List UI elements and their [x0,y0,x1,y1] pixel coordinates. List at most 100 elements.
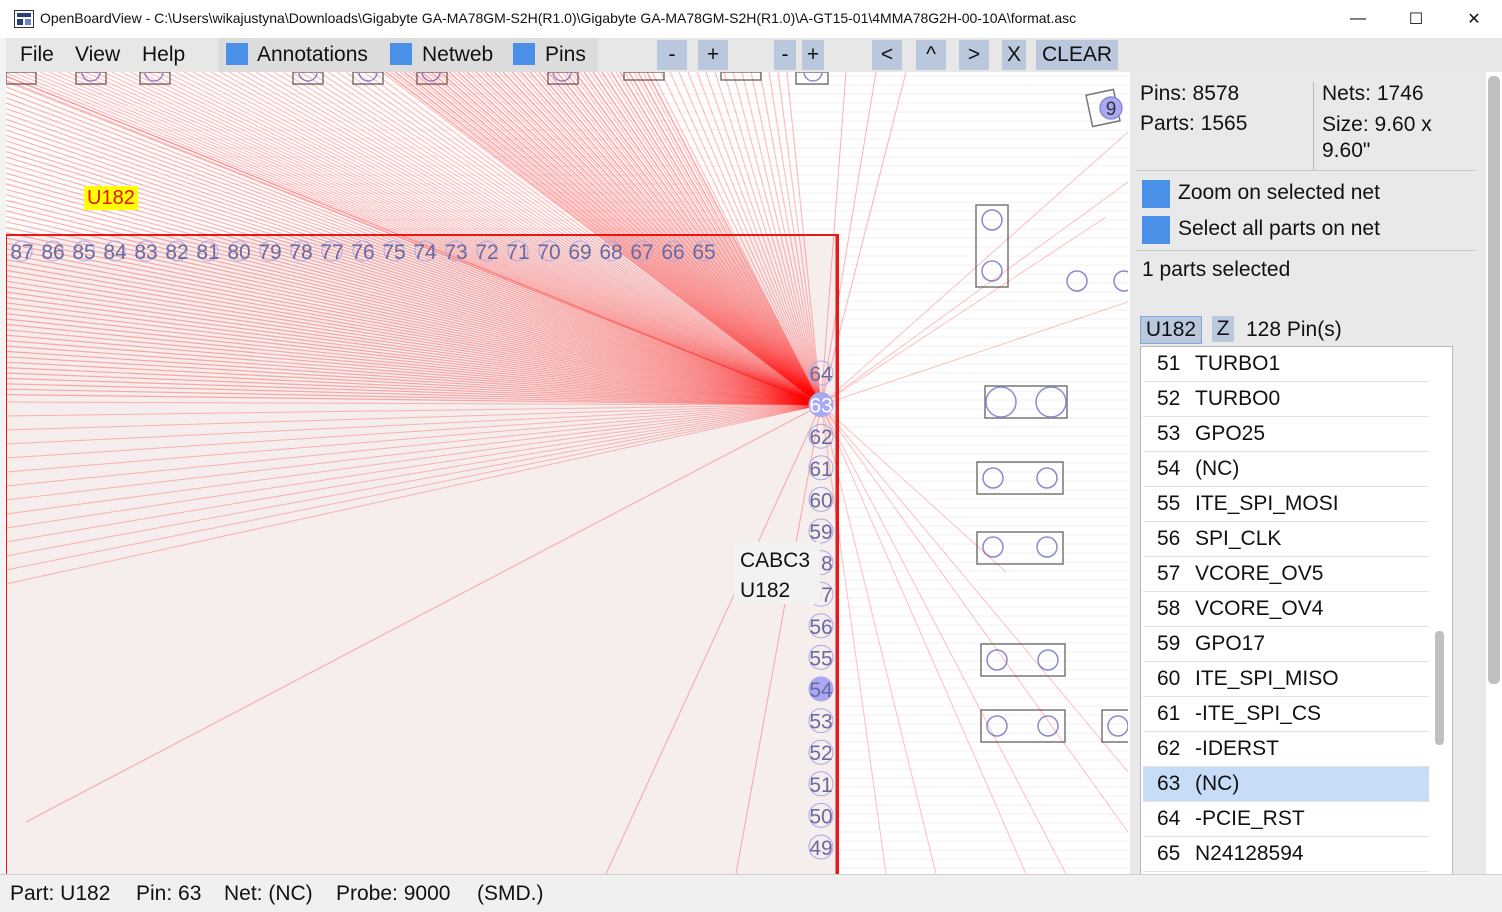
pin-number[interactable]: 83 [134,241,157,264]
pin-list-row[interactable]: 61 -ITE_SPI_CS [1143,697,1429,732]
selected-part-button[interactable]: U182 [1140,316,1202,344]
pin-number[interactable]: 81 [196,241,219,264]
pin-list-row[interactable]: 55 ITE_SPI_MOSI [1143,487,1429,522]
menu-view[interactable]: View [75,43,120,67]
pin-list-row[interactable]: 54 (NC) [1143,452,1429,487]
pin-list-row[interactable]: 65 N24128594 [1143,837,1429,872]
zoom-on-net-option[interactable]: Zoom on selected net [1140,178,1470,208]
up-button[interactable]: ^ [916,40,946,70]
pin-number[interactable]: 63 [809,395,832,418]
pin-list[interactable]: 51 TURBO1 52 TURBO0 53 GPO25 54 (NC) 55 ITE_SPI_M… [1140,346,1453,876]
annotations-checkbox[interactable] [226,43,248,65]
pin-number[interactable]: 82 [165,241,188,264]
previous-button[interactable]: < [872,40,902,70]
board-view[interactable]: 9 87 86 85 84 83 82 81 80 79 78 77 76 75 74 73 72 71 70 69… [6,72,1128,874]
annotations-toggle[interactable]: Annotations [218,38,388,72]
pin-number[interactable]: 75 [382,241,405,264]
pin-number[interactable]: 55 [809,647,832,670]
pin-number[interactable]: 51 [809,774,832,797]
pin-list-number: 60 [1157,667,1181,690]
pin-list-row[interactable]: 53 GPO25 [1143,417,1429,452]
pin-number[interactable]: 84 [103,241,127,264]
minimize-button[interactable]: — [1335,4,1381,34]
pin-number[interactable]: 50 [809,805,832,828]
pin-list-row[interactable]: 63 (NC) [1143,767,1429,802]
pin-list-net-name: -ITE_SPI_CS [1195,702,1322,725]
pin-number[interactable]: 80 [227,241,250,264]
pin-number[interactable]: 79 [258,241,281,264]
pin-list-row[interactable]: 60 ITE_SPI_MISO [1143,662,1429,697]
pin-list-number: 55 [1157,492,1181,515]
panel-divider [1136,170,1476,171]
pin-list-row[interactable]: 58 VCORE_OV4 [1143,592,1429,627]
pin-number[interactable]: 78 [289,241,312,264]
pin-list-row[interactable]: 59 GPO17 [1143,627,1429,662]
pin-number[interactable]: 77 [320,241,343,264]
pin-number[interactable]: 67 [630,241,653,264]
zoom-part-button[interactable]: Z [1212,316,1234,342]
pin-list-net-name: VCORE_OV4 [1195,597,1324,620]
pin-number[interactable]: 68 [599,241,622,264]
pin-list-number: 52 [1157,387,1181,410]
zoom-out-button[interactable]: - [657,40,687,70]
pin-number[interactable]: 53 [809,711,832,734]
pin-number[interactable]: 49 [809,837,832,860]
select-all-parts-option[interactable]: Select all parts on net [1140,216,1470,246]
pin-number[interactable]: 70 [537,241,560,264]
pin-list-number: 62 [1157,737,1181,760]
pin-list-net-name: (NC) [1195,772,1240,795]
close-button[interactable]: ✕ [1451,4,1497,34]
pin-list-scrollbar-thumb[interactable] [1435,631,1444,745]
next-button[interactable]: > [959,40,989,70]
zoom-on-net-checkbox[interactable] [1142,180,1170,208]
menu-help[interactable]: Help [142,43,185,67]
pin-list-row[interactable]: 64 -PCIE_RST [1143,802,1429,837]
pins-toggle[interactable]: Pins [506,38,598,72]
pin-list-row[interactable]: 56 SPI_CLK [1143,522,1429,557]
pin-number[interactable]: 86 [41,241,64,264]
netweb-increase-button[interactable]: + [802,40,824,70]
pin-list-row[interactable]: 52 TURBO0 [1143,382,1429,417]
zoom-in-button[interactable]: + [698,40,728,70]
maximize-button[interactable]: ☐ [1393,4,1439,34]
netweb-checkbox[interactable] [390,43,412,65]
corner-pin-number: 9 [1106,99,1117,120]
select-all-parts-checkbox[interactable] [1142,216,1170,244]
pins-checkbox[interactable] [513,43,535,65]
pin-number[interactable]: 56 [809,616,832,639]
clear-button[interactable]: CLEAR [1036,40,1118,70]
pin-number[interactable]: 74 [413,241,437,264]
pin-number[interactable]: 69 [568,241,591,264]
pin-number[interactable]: 65 [692,241,715,264]
annotations-label: Annotations [257,43,368,66]
pin-number[interactable]: 87 [10,241,33,264]
pin-number[interactable]: 61 [809,458,832,481]
pin-number[interactable]: 66 [661,241,684,264]
close-icon: ✕ [1467,11,1481,28]
x-button[interactable]: X [1002,40,1026,70]
part-label-u182[interactable]: U182 [84,186,138,210]
pin-number[interactable]: 72 [475,241,498,264]
pin-number[interactable]: 62 [809,426,832,449]
pin-number[interactable]: 85 [72,241,95,264]
pin-list-number: 57 [1157,562,1181,585]
menu-file[interactable]: File [20,43,54,67]
netweb-decrease-button[interactable]: - [774,40,796,70]
pin-number[interactable]: 76 [351,241,374,264]
netweb-toggle[interactable]: Netweb [384,38,506,72]
status-type: (SMD.) [477,882,544,905]
pin-number[interactable]: 71 [506,241,529,264]
pin-list-row[interactable]: 51 TURBO1 [1143,347,1429,382]
pin-list-row[interactable]: 62 -IDERST [1143,732,1429,767]
pin-list-row[interactable]: 57 VCORE_OV5 [1143,557,1429,592]
pin-number[interactable]: 73 [444,241,467,264]
panel-scrollbar-thumb[interactable] [1488,76,1500,684]
board-canvas[interactable]: 9 87 86 85 84 83 82 81 80 79 78 77 76 75 74 73 72 71 70 69… [6,72,1128,874]
pin-list-number: 65 [1157,842,1181,865]
pin-number[interactable]: 52 [809,742,832,765]
pin-number[interactable]: 60 [809,489,832,512]
pin-number[interactable]: 59 [809,521,832,544]
pin-number[interactable]: 64 [809,363,833,386]
pins-count: Pins: 8578 [1140,82,1240,105]
pin-number[interactable]: 54 [809,679,833,702]
